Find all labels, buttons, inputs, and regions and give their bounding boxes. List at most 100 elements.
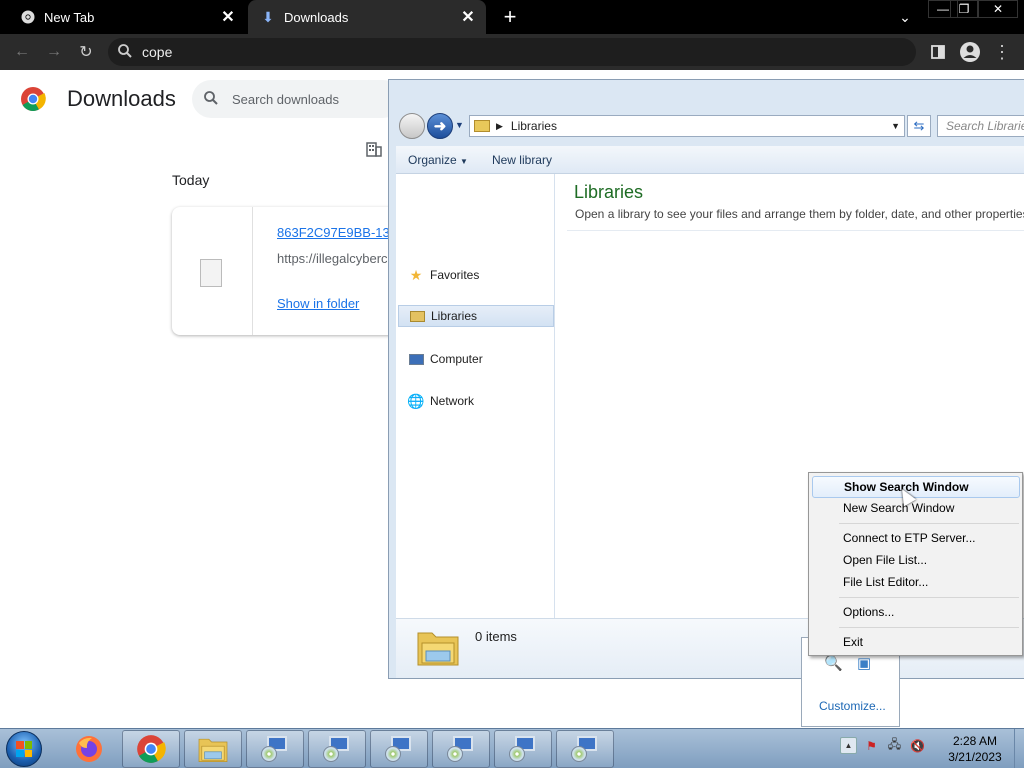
breadcrumb-arrow-icon[interactable]: ▶ — [496, 121, 503, 132]
command-bar: Organize ▼ New library — [396, 146, 1024, 174]
explorer-search-input[interactable]: Search Librarie — [937, 115, 1024, 137]
tab-strip: New Tab ✕ ⬇ Downloads ✕ + ⌄ — ❐ ✕ — [0, 0, 1024, 34]
show-in-folder-link[interactable]: Show in folder — [277, 296, 359, 311]
nav-item-computer[interactable]: Computer — [408, 348, 550, 370]
clock-time: 2:28 AM — [952, 734, 998, 748]
taskbar-explorer[interactable] — [184, 730, 242, 768]
profile-avatar-icon[interactable] — [958, 40, 982, 64]
close-window-icon[interactable]: ✕ — [978, 0, 1018, 18]
menu-separator — [839, 523, 1019, 524]
explorer-navigation-bar: ➜ ▼ ▶ Libraries ▼ ⇆ Search Librarie — [389, 110, 1024, 140]
libraries-heading: Libraries — [574, 182, 644, 202]
folder-icon — [198, 738, 228, 762]
installer-icon — [323, 736, 351, 762]
search-downloads-input[interactable]: Search downloads — [192, 80, 402, 118]
refresh-icon[interactable]: ⇆ — [907, 115, 931, 137]
star-icon: ★ — [409, 266, 423, 283]
menu-item-connect-etp-server[interactable]: Connect to ETP Server... — [843, 531, 976, 545]
taskbar-installer-2[interactable] — [308, 730, 366, 768]
clock[interactable]: 2:28 AM 3/21/2023 — [940, 733, 1010, 765]
item-count: 0 items — [475, 629, 517, 644]
download-icon: ⬇ — [262, 8, 274, 25]
tab-search-chevron-icon[interactable]: ⌄ — [893, 6, 917, 28]
new-library-button[interactable]: New library — [480, 153, 564, 167]
taskbar-firefox[interactable] — [60, 730, 118, 768]
nav-item-libraries[interactable]: Libraries — [398, 305, 554, 327]
taskbar-installer-1[interactable] — [246, 730, 304, 768]
reload-icon[interactable]: ↻ — [74, 40, 98, 64]
close-tab-icon[interactable]: ✕ — [456, 5, 480, 29]
chevron-down-icon: ▼ — [460, 156, 468, 166]
computer-icon — [408, 351, 424, 367]
menu-item-exit[interactable]: Exit — [843, 635, 863, 649]
close-tab-icon[interactable]: ✕ — [216, 5, 240, 29]
new-tab-button[interactable]: + — [498, 4, 522, 29]
divider — [252, 207, 253, 335]
volume-muted-icon[interactable]: 🔇 — [909, 737, 926, 754]
installer-icon — [385, 736, 413, 762]
firefox-icon — [76, 736, 102, 762]
section-label: Today — [172, 172, 210, 188]
menu-separator — [839, 627, 1019, 628]
taskbar-installer-6[interactable] — [556, 730, 614, 768]
kebab-menu-icon[interactable]: ⋮ — [990, 40, 1014, 64]
chrome-icon — [137, 735, 166, 763]
start-button[interactable] — [6, 731, 42, 767]
nav-item-label: Network — [430, 394, 475, 408]
organize-button[interactable]: Organize ▼ — [396, 153, 480, 167]
omnibox-text: cope — [142, 44, 173, 60]
menu-item-show-search-window[interactable]: Show Search Window — [812, 476, 1020, 498]
tab-new-tab[interactable]: New Tab ✕ — [0, 0, 246, 34]
nav-item-favorites[interactable]: ★ Favorites — [408, 264, 550, 286]
customize-link[interactable]: Customize... — [819, 699, 886, 713]
forward-button[interactable]: ➜ — [427, 113, 453, 139]
address-text: Libraries — [510, 119, 557, 133]
show-desktop-button[interactable] — [1014, 729, 1024, 768]
network-icon[interactable]: 🖧 — [886, 737, 903, 754]
divider — [567, 230, 1024, 231]
nav-item-label: Computer — [430, 352, 483, 366]
nav-item-network[interactable]: 🌐 Network — [407, 390, 550, 412]
tab-title: New Tab — [44, 9, 95, 25]
show-hidden-icons-icon[interactable]: ▲ — [840, 737, 857, 754]
side-panel-icon[interactable] — [926, 40, 950, 64]
action-center-icon[interactable]: ⚑ — [863, 737, 880, 754]
omnibox[interactable]: cope — [108, 38, 916, 66]
organize-label: Organize — [408, 152, 457, 167]
nav-item-label: Favorites — [430, 268, 480, 282]
folder-icon — [474, 120, 490, 132]
menu-item-file-list-editor[interactable]: File List Editor... — [843, 575, 928, 589]
address-dropdown-icon[interactable]: ▼ — [891, 121, 900, 131]
search-icon — [118, 43, 136, 61]
back-icon[interactable]: ← — [10, 40, 34, 64]
menu-separator — [839, 597, 1019, 598]
taskbar-installer-4[interactable] — [432, 730, 490, 768]
installer-icon — [447, 736, 475, 762]
taskbar-installer-3[interactable] — [370, 730, 428, 768]
page-title: Downloads — [67, 86, 176, 111]
taskbar-installer-5[interactable] — [494, 730, 552, 768]
menu-item-new-search-window[interactable]: New Search Window — [843, 501, 954, 515]
back-button[interactable] — [399, 113, 425, 139]
taskbar-chrome[interactable] — [122, 730, 180, 768]
library-folder-icon — [416, 627, 460, 667]
browser-toolbar: ← → ↻ cope ⋮ — [0, 34, 1024, 70]
history-dropdown-icon[interactable]: ▼ — [455, 120, 464, 130]
organize-icon[interactable] — [365, 140, 385, 160]
search-tray-icon[interactable]: 🔍 — [824, 654, 843, 672]
address-bar[interactable]: ▶ Libraries ▼ — [469, 115, 905, 137]
network-tray-icon[interactable]: ▣ — [857, 654, 871, 672]
file-icon — [200, 259, 222, 287]
nav-item-label: Libraries — [431, 309, 478, 323]
menu-item-open-file-list[interactable]: Open File List... — [843, 553, 927, 567]
search-icon — [204, 90, 218, 108]
chrome-tab-icon — [20, 9, 36, 25]
forward-icon[interactable]: → — [42, 40, 66, 64]
installer-icon — [571, 736, 599, 762]
download-filename-link[interactable]: 863F2C97E9BB-13 — [277, 225, 390, 240]
download-url: https://illegalcyberc — [277, 251, 388, 266]
menu-item-options[interactable]: Options... — [843, 605, 894, 619]
restore-icon[interactable]: ❐ — [950, 0, 978, 18]
windows-logo-icon — [16, 741, 32, 757]
tab-downloads[interactable]: ⬇ Downloads ✕ — [248, 0, 486, 34]
